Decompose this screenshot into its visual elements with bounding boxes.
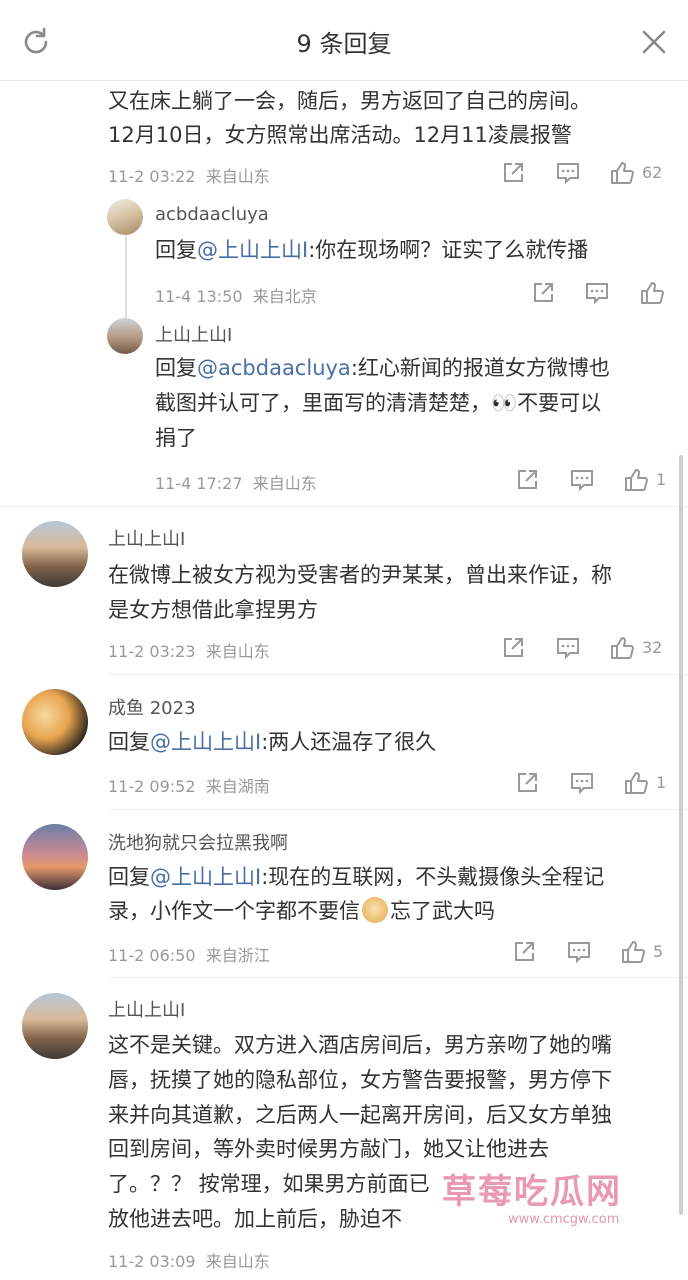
divider [108,977,688,978]
comment-icon[interactable] [584,280,610,306]
comment-icon[interactable] [555,635,581,661]
avatar[interactable] [22,689,88,755]
comment-text-line: 唇，抚摸了她的隐私部位，女方警告要报警，男方停下 [108,1068,612,1092]
divider [0,506,688,507]
share-icon[interactable] [514,770,540,796]
like-count: 1 [656,470,667,489]
comment-time: 11-2 03:09 来自山东 [108,1252,270,1271]
like-count: 5 [653,942,664,961]
comment-text-line: 在微博上被女方视为受害者的尹某某，曾出来作证，称 [108,563,612,587]
avatar[interactable] [22,824,88,890]
page-title: 9 条回复 [296,30,392,58]
watermark-url: www.cmcgw.com [508,1212,620,1227]
comment-time: 11-2 06:50 来自浙江 [108,946,270,965]
comment-icon[interactable] [569,467,595,493]
comment-text-line: 12月10日，女方照常出席活动。12月11凌晨报警 [108,123,572,147]
eyes-emoji: 👀 [491,391,518,415]
close-icon[interactable] [636,24,672,60]
like-count: 32 [642,638,663,657]
comment-text-line: 来并向其道歉，之后两人一起离开房间，后又女方单独 [108,1103,612,1127]
like-icon[interactable] [609,160,635,186]
reply-text: 捐了 [155,426,197,450]
reply-text: 回复@上山上山I:现在的互联网，不头戴摄像头全程记 [108,865,605,889]
comment-text-line: 这不是关键。双方进入酒店房间后，男方亲吻了她的嘴 [108,1033,612,1057]
user-name[interactable]: acbdaacluya [155,204,269,225]
reply-text: 录，小作文一个字都不要信 忘了武大吗 [108,897,495,923]
avatar[interactable] [22,521,88,587]
avatar[interactable] [107,199,143,235]
doge-emoji [362,897,388,923]
mention-link[interactable]: @上山上山I [150,865,261,889]
avatar[interactable] [107,318,143,354]
watermark: 草莓吃瓜网 www.cmcgw.com [430,1160,688,1240]
thread-line [125,236,127,318]
share-icon[interactable] [500,160,526,186]
share-icon[interactable] [530,280,556,306]
scrollbar[interactable] [679,455,683,1215]
share-icon[interactable] [500,635,526,661]
reply-text: 截图并认可了，里面写的清清楚楚，👀不要可以 [155,391,602,415]
comment-time: 11-2 03:22 来自山东 [108,167,270,186]
mention-link[interactable]: @上山上山I [150,730,261,754]
comment-time: 11-2 09:52 来自湖南 [108,777,270,796]
comment-icon[interactable] [566,939,592,965]
comment-text-line: 了。？？ 按常理，如果男方前面已 [108,1172,430,1196]
user-name[interactable]: 上山上山I [108,525,185,551]
comment-time: 11-2 03:23 来自山东 [108,642,270,661]
share-icon[interactable] [511,939,537,965]
mention-link[interactable]: @acbdaacluya [197,356,351,380]
like-count: 62 [642,163,663,182]
comment-text-line: 回到房间，等外卖时候男方敲门，她又让他进去 [108,1137,549,1161]
like-icon[interactable] [623,770,649,796]
divider [108,809,688,810]
user-name[interactable]: 上山上山I [155,321,232,347]
user-name[interactable]: 洗地狗就只会拉黑我啊 [108,829,288,855]
comment-text-line: 放他进去吧。加上前后，胁迫不 [108,1207,402,1231]
user-name[interactable]: 成鱼 2023 [108,694,196,720]
avatar[interactable] [22,993,88,1059]
comment-icon[interactable] [569,770,595,796]
comment-icon[interactable] [555,160,581,186]
comment-time: 11-4 13:50 来自北京 [155,287,317,306]
reply-text: 回复@上山上山I:你在现场啊？证实了么就传播 [155,238,589,262]
watermark-logo: 草莓吃瓜网 [442,1172,622,1212]
reply-text: 回复@acbdaacluya:红心新闻的报道女方微博也 [155,356,610,380]
like-icon[interactable] [639,280,665,306]
divider [108,674,688,675]
like-count: 1 [656,773,667,792]
comment-text-line: 又在床上躺了一会，随后，男方返回了自己的房间。 [108,89,591,113]
like-icon[interactable] [620,939,646,965]
reply-text: 回复@上山上山I:两人还温存了很久 [108,730,437,754]
like-icon[interactable] [609,635,635,661]
share-icon[interactable] [514,467,540,493]
like-icon[interactable] [623,467,649,493]
comment-text-line: 是女方想借此拿捏男方 [108,598,318,622]
comment-time: 11-4 17:27 来自山东 [155,474,317,493]
user-name[interactable]: 上山上山I [108,996,185,1022]
mention-link[interactable]: @上山上山I [197,238,308,262]
